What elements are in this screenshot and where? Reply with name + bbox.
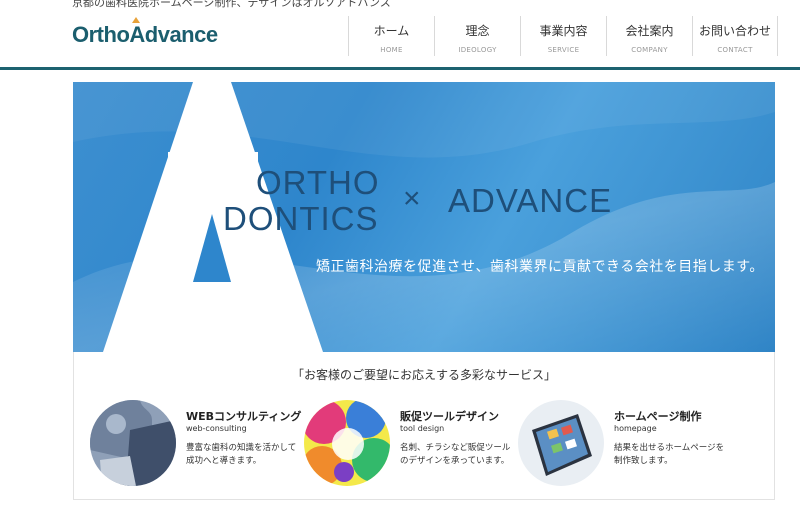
nav-company[interactable]: 会社案内 COMPANY bbox=[606, 16, 692, 56]
hero-banner: ORTHO DONTICS × ADVANCE 矯正歯科治療を促進させ、歯科業界… bbox=[73, 82, 775, 352]
nav-sublabel: SERVICE bbox=[547, 46, 580, 54]
service-title: ホームページ制作 bbox=[614, 410, 702, 423]
service-web-consulting[interactable]: WEBコンサルティング web-consulting 豊富な歯科の知識を活かして… bbox=[90, 400, 310, 490]
main-nav: ホーム HOME 理念 IDEOLOGY 事業内容 SERVICE 会社案内 C… bbox=[348, 16, 778, 56]
service-title: 販促ツールデザイン bbox=[400, 410, 499, 423]
services-heading: 「お客様のご要望にお応えする多彩なサービス」 bbox=[291, 368, 556, 382]
service-subtitle: web-consulting bbox=[186, 424, 247, 433]
logo-text: OrthoAdvance bbox=[72, 22, 218, 47]
nav-contact[interactable]: お問い合わせ CONTACT bbox=[692, 16, 778, 56]
nav-sublabel: COMPANY bbox=[631, 46, 668, 54]
puzzle-image-icon bbox=[90, 400, 176, 486]
service-description: 結果を出せるホームページを制作致します。 bbox=[614, 443, 725, 466]
nav-sublabel: IDEOLOGY bbox=[458, 46, 497, 54]
nav-service[interactable]: 事業内容 SERVICE bbox=[520, 16, 606, 56]
hero-big-a-bar bbox=[168, 152, 258, 168]
service-homepage[interactable]: ホームページ制作 homepage 結果を出せるホームページを制作致します。 bbox=[518, 400, 738, 490]
service-description: 豊富な歯科の知識を活かして成功へと導きます。 bbox=[186, 443, 297, 466]
nav-label: ホーム bbox=[373, 24, 410, 38]
nav-label: 理念 bbox=[465, 24, 490, 38]
nav-home[interactable]: ホーム HOME bbox=[348, 16, 434, 56]
tablet-image-icon bbox=[518, 400, 604, 486]
service-subtitle: tool design bbox=[400, 424, 445, 433]
service-tool-design[interactable]: 販促ツールデザイン tool design 名刺、チラシなど販促ツールのデザイン… bbox=[304, 400, 524, 490]
service-subtitle: homepage bbox=[614, 424, 657, 433]
header-divider bbox=[0, 67, 800, 70]
nav-sublabel: HOME bbox=[380, 46, 403, 54]
nav-label: お問い合わせ bbox=[698, 24, 771, 38]
nav-sublabel: CONTACT bbox=[717, 46, 753, 54]
hero-word-ortho: ORTHO bbox=[256, 164, 380, 201]
hero-times-sign: × bbox=[403, 182, 422, 215]
site-logo[interactable]: OrthoAdvance bbox=[72, 17, 218, 48]
hero-word-dontics: DONTICS bbox=[223, 200, 379, 237]
services-section: 「お客様のご要望にお応えする多彩なサービス」 WEBコンサルティング web-c… bbox=[73, 352, 775, 500]
service-title: WEBコンサルティング bbox=[186, 410, 302, 423]
service-description: 名刺、チラシなど販促ツールのデザインを承っています。 bbox=[400, 443, 511, 466]
hero-graphic bbox=[73, 82, 775, 352]
paint-splash-image-icon bbox=[304, 400, 390, 486]
nav-ideology[interactable]: 理念 IDEOLOGY bbox=[434, 16, 520, 56]
nav-label: 会社案内 bbox=[625, 24, 674, 38]
hero-subtitle: 矯正歯科治療を促進させ、歯科業界に貢献できる会社を目指します。 bbox=[316, 259, 764, 275]
hero-word-advance: ADVANCE bbox=[448, 182, 613, 219]
nav-label: 事業内容 bbox=[539, 24, 588, 38]
logo-accent-icon bbox=[132, 17, 140, 23]
site-tagline: 京都の歯科医院ホームページ制作、デザインはオルソアドバンス bbox=[72, 0, 391, 9]
